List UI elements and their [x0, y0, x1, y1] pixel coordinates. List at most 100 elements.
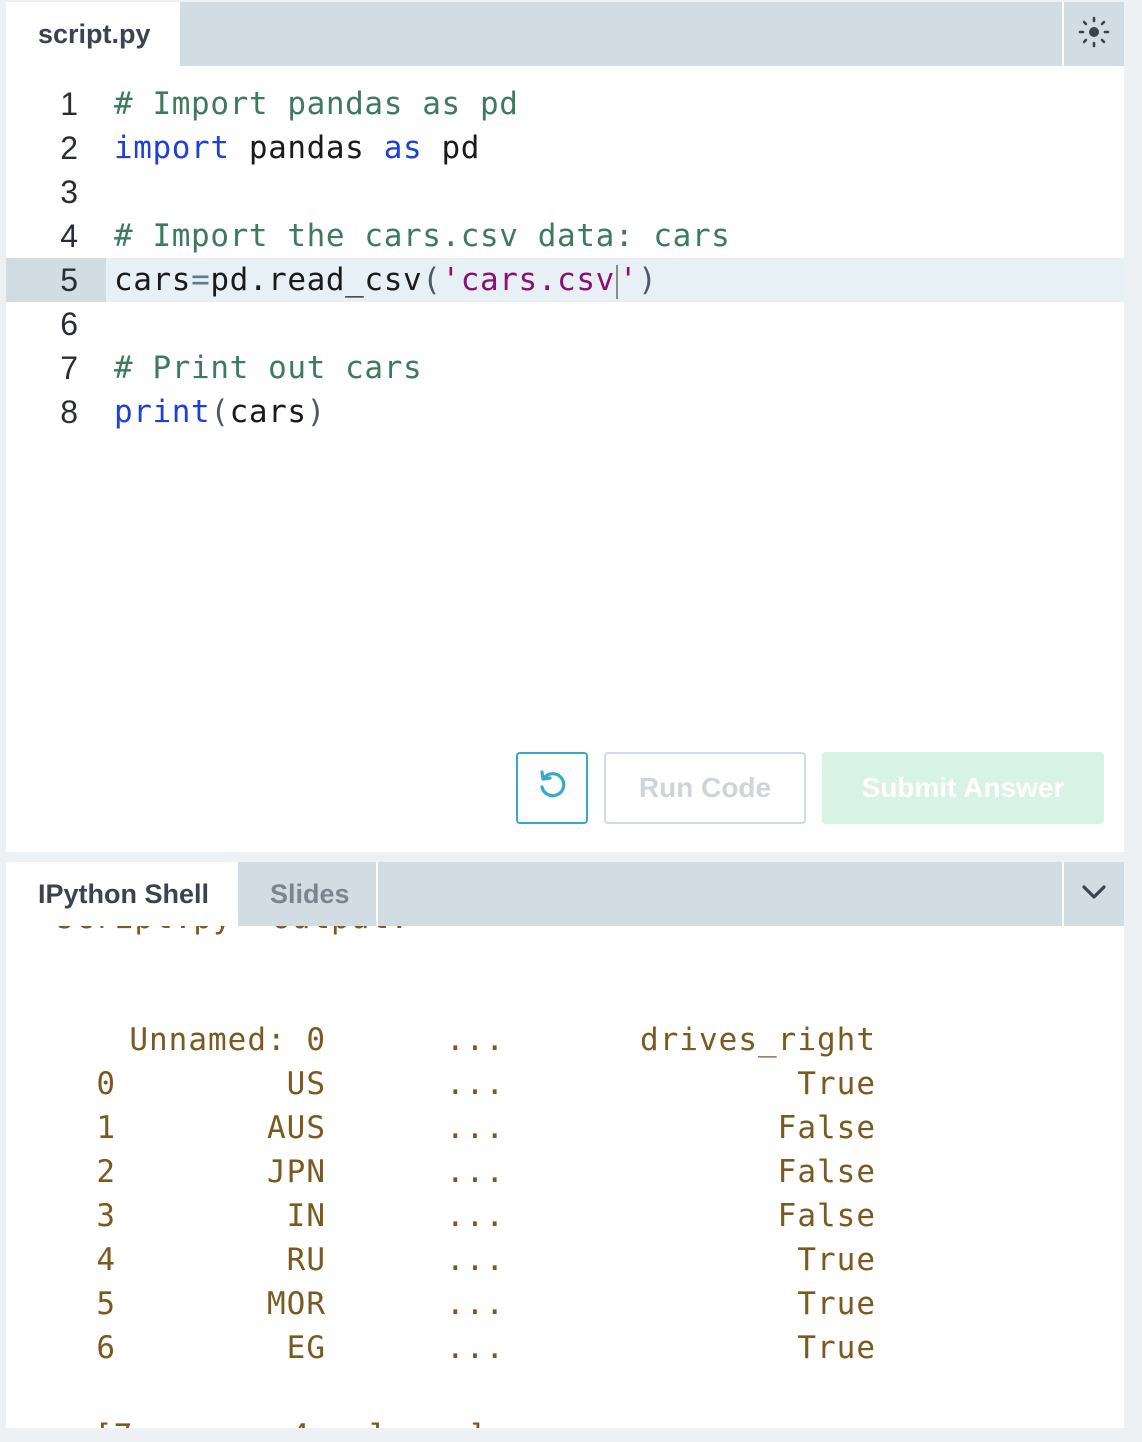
code-line[interactable]: 8 print(cars) [6, 390, 1124, 434]
table-header-row: Unnamed: 0... drives_right [6, 1018, 1124, 1062]
table-cell-col2: drives_right [640, 1022, 876, 1058]
table-cell-col2: False [777, 1110, 876, 1146]
submit-answer-label: Submit Answer [861, 772, 1065, 803]
output-summary: [7 rows x 4 columns] [94, 1414, 487, 1428]
table-cell-index: 1 [96, 1110, 116, 1146]
reset-button[interactable] [516, 752, 588, 824]
line-gutter: 3 [6, 170, 106, 214]
code-line[interactable]: 7 # Print out cars [6, 346, 1124, 390]
table-cell-col1: IN [286, 1198, 326, 1234]
line-text: cars=pd.read_csv('cars.csv ') [114, 258, 657, 302]
sun-icon [1077, 15, 1111, 54]
table-cell-col2: True [797, 1066, 876, 1102]
table-cell-index: 0 [96, 1066, 116, 1102]
line-number: 2 [60, 130, 78, 166]
code-token: pandas [229, 130, 384, 166]
table-cell-dots: ... [446, 1022, 505, 1058]
tab-slides[interactable]: Slides [238, 862, 378, 926]
table-row: 2 JPN... False [6, 1150, 1124, 1194]
code-token: = [191, 262, 211, 298]
code-editor-panel: script.py 1 # Import pandas as pd 2 impo… [6, 2, 1124, 852]
table-cell-col1: MOR [267, 1286, 326, 1322]
line-text: # Import pandas as pd [114, 82, 519, 126]
table-cell-col2: False [777, 1198, 876, 1234]
line-gutter: 1 [6, 82, 106, 126]
editor-tab-bar: script.py [6, 2, 1124, 66]
line-text: import pandas as pd [114, 126, 480, 170]
code-token: 'cars.csv [441, 262, 615, 298]
table-cell-dots: ... [446, 1242, 505, 1278]
code-token: cars [229, 394, 307, 430]
code-token: # Import pandas as pd [114, 86, 519, 122]
table-cell-col1: AUS [267, 1110, 326, 1146]
submit-answer-button[interactable]: Submit Answer [822, 752, 1104, 824]
code-token: pd [422, 130, 481, 166]
collapse-button[interactable] [1062, 862, 1124, 926]
tab-label: Slides [270, 878, 350, 909]
code-token: ( [210, 394, 230, 430]
code-line[interactable]: 2 import pandas as pd [6, 126, 1124, 170]
shell-output[interactable]: <script.py> output: Unnamed: 0... drives_… [6, 926, 1124, 1428]
code-token: as [383, 130, 423, 166]
code-token: import [114, 130, 230, 166]
code-token: # Import the cars.csv data: cars [114, 218, 731, 254]
code-token: print [114, 394, 211, 430]
chevron-down-icon [1079, 877, 1109, 912]
line-gutter: 7 [6, 346, 106, 390]
tab-bar-spacer [378, 862, 1062, 926]
code-line[interactable]: 1 # Import pandas as pd [6, 82, 1124, 126]
table-cell-dots: ... [446, 1198, 505, 1234]
table-cell-col2: True [797, 1286, 876, 1322]
code-line[interactable]: 6 [6, 302, 1124, 346]
line-number: 1 [60, 86, 78, 122]
line-number: 6 [60, 306, 78, 342]
code-line[interactable]: 3 [6, 170, 1124, 214]
line-number: 3 [60, 174, 78, 210]
table-row: 4 RU... True [6, 1238, 1124, 1282]
run-code-button[interactable]: Run Code [604, 752, 806, 824]
table-cell-index: 5 [96, 1286, 116, 1322]
run-code-label: Run Code [638, 772, 772, 803]
shell-tab-bar: IPython Shell Slides [6, 862, 1124, 926]
table-cell-col1: Unnamed: 0 [129, 1022, 326, 1058]
line-gutter: 6 [6, 302, 106, 346]
text-cursor [615, 264, 618, 299]
tab-ipython-shell[interactable]: IPython Shell [6, 862, 238, 926]
table-cell-col1: US [286, 1066, 326, 1102]
line-text: print(cars) [114, 390, 326, 434]
table-cell-dots: ... [446, 1330, 505, 1366]
table-cell-col1: JPN [267, 1154, 326, 1190]
line-text: # Print out cars [114, 346, 422, 390]
code-token: ) [306, 394, 326, 430]
table-cell-dots: ... [446, 1154, 505, 1190]
code-token: # Print out cars [114, 350, 423, 386]
table-cell-index: 6 [96, 1330, 116, 1366]
line-gutter: 4 [6, 214, 106, 258]
line-gutter: 5 [6, 258, 106, 302]
table-cell-index: 2 [96, 1154, 116, 1190]
tab-label: script.py [38, 18, 151, 49]
tab-script-py[interactable]: script.py [6, 2, 178, 66]
line-gutter: 8 [6, 390, 106, 434]
line-number: 8 [60, 394, 78, 430]
code-token: cars [114, 262, 192, 298]
code-line[interactable]: 4 # Import the cars.csv data: cars [6, 214, 1124, 258]
table-row: 3 IN... False [6, 1194, 1124, 1238]
code-line[interactable]: 5 cars=pd.read_csv('cars.csv ') [6, 258, 1124, 302]
code-token: pd.read_csv [210, 262, 423, 298]
table-row: 1 AUS... False [6, 1106, 1124, 1150]
table-cell-dots: ... [446, 1110, 505, 1146]
table-cell-col2: False [777, 1154, 876, 1190]
line-number: 4 [60, 218, 78, 254]
code-token: ) [638, 262, 658, 298]
table-cell-col2: True [797, 1330, 876, 1366]
table-cell-index: 3 [96, 1198, 116, 1234]
table-cell-index: 4 [96, 1242, 116, 1278]
line-gutter: 2 [6, 126, 106, 170]
theme-toggle-button[interactable] [1062, 2, 1124, 66]
code-token: ( [422, 262, 442, 298]
tab-bar-spacer [178, 2, 1062, 66]
table-cell-dots: ... [446, 1286, 505, 1322]
code-area[interactable]: 1 # Import pandas as pd 2 import pandas as … [6, 82, 1124, 434]
code-token: ' [618, 262, 639, 298]
